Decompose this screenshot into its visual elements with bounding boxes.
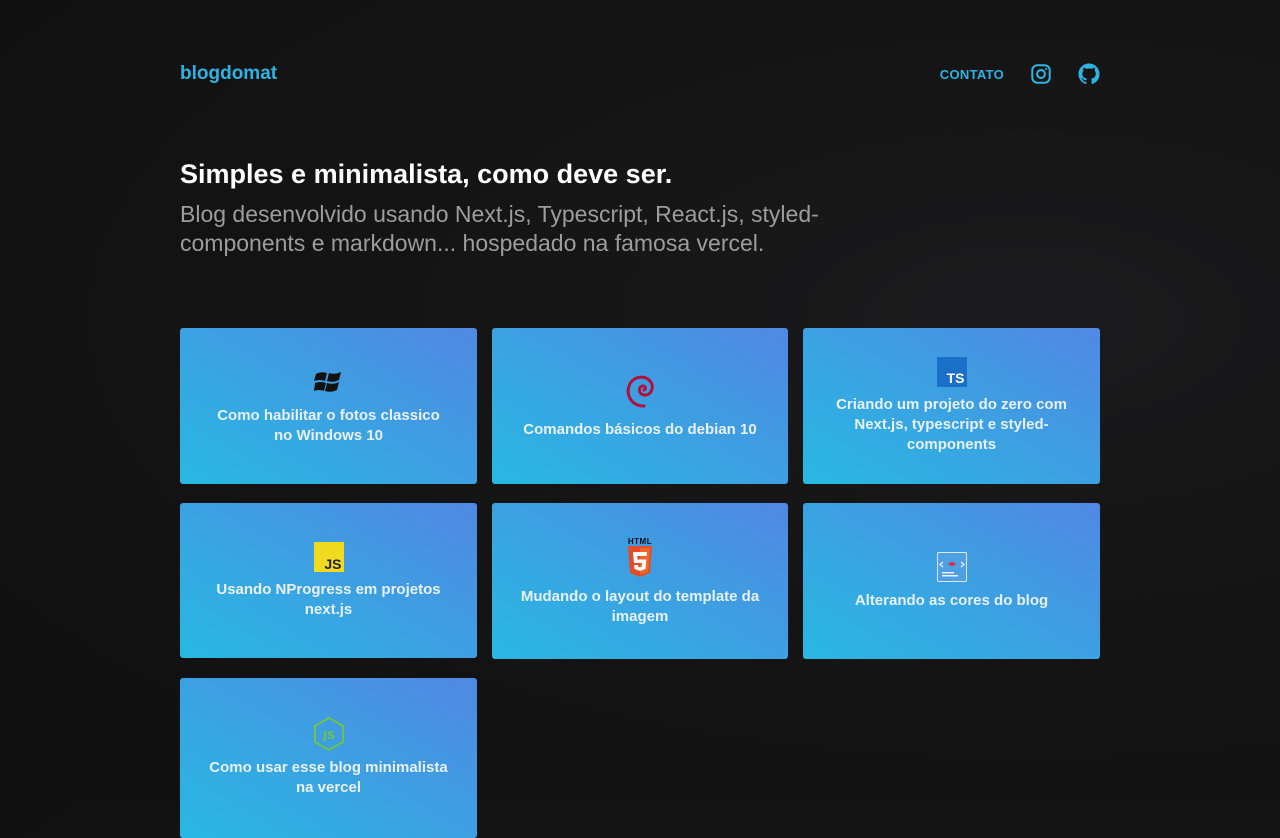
windows-icon <box>313 366 345 398</box>
hero: Simples e minimalista, como deve ser. Bl… <box>180 156 900 258</box>
post-grid: Como habilitar o fotos classico no Windo… <box>180 328 1100 838</box>
styled-components-icon <box>936 551 968 583</box>
page-title: Simples e minimalista, como deve ser. <box>180 159 673 189</box>
post-card[interactable]: HTML Mudando o layout do template da ima… <box>492 503 788 659</box>
javascript-icon: JS <box>313 541 344 572</box>
post-card[interactable]: Comandos básicos do debian 10 <box>492 328 788 484</box>
site-header: blogdomat CONTATO <box>180 56 1100 92</box>
post-title: Como usar esse blog minimalista na verce… <box>209 759 448 796</box>
post-card[interactable]: TS Criando um projeto do zero com Next.j… <box>803 328 1100 484</box>
post-card[interactable]: JS Como usar esse blog minimalista na ve… <box>180 678 477 838</box>
contact-link[interactable]: CONTATO <box>940 67 1004 82</box>
post-card[interactable]: Alterando as cores do blog <box>803 503 1100 659</box>
page-subtitle: Blog desenvolvido usando Next.js, Typesc… <box>180 201 819 256</box>
instagram-icon[interactable] <box>1030 63 1052 85</box>
brand-logo-link[interactable]: blogdomat <box>180 63 277 85</box>
post-card[interactable]: JS Usando NProgress em projetos next.js <box>180 503 477 658</box>
top-nav: CONTATO <box>940 63 1100 85</box>
post-title: Alterando as cores do blog <box>854 592 1049 609</box>
github-icon[interactable] <box>1078 63 1100 85</box>
post-card[interactable]: Como habilitar o fotos classico no Windo… <box>180 328 477 484</box>
svg-text:JS: JS <box>321 729 334 742</box>
post-title: Comandos básicos do debian 10 <box>523 421 757 438</box>
post-title: Usando NProgress em projetos next.js <box>216 580 441 618</box>
typescript-icon: TS <box>936 357 967 387</box>
nodejs-icon: JS <box>313 717 345 751</box>
post-title: Como habilitar o fotos classico no Windo… <box>217 407 440 444</box>
post-title: Criando um projeto do zero com Next.js, … <box>836 396 1067 453</box>
post-title: Mudando o layout do template da imagem <box>520 588 760 625</box>
debian-icon <box>624 372 656 412</box>
html5-icon: HTML <box>624 535 656 579</box>
